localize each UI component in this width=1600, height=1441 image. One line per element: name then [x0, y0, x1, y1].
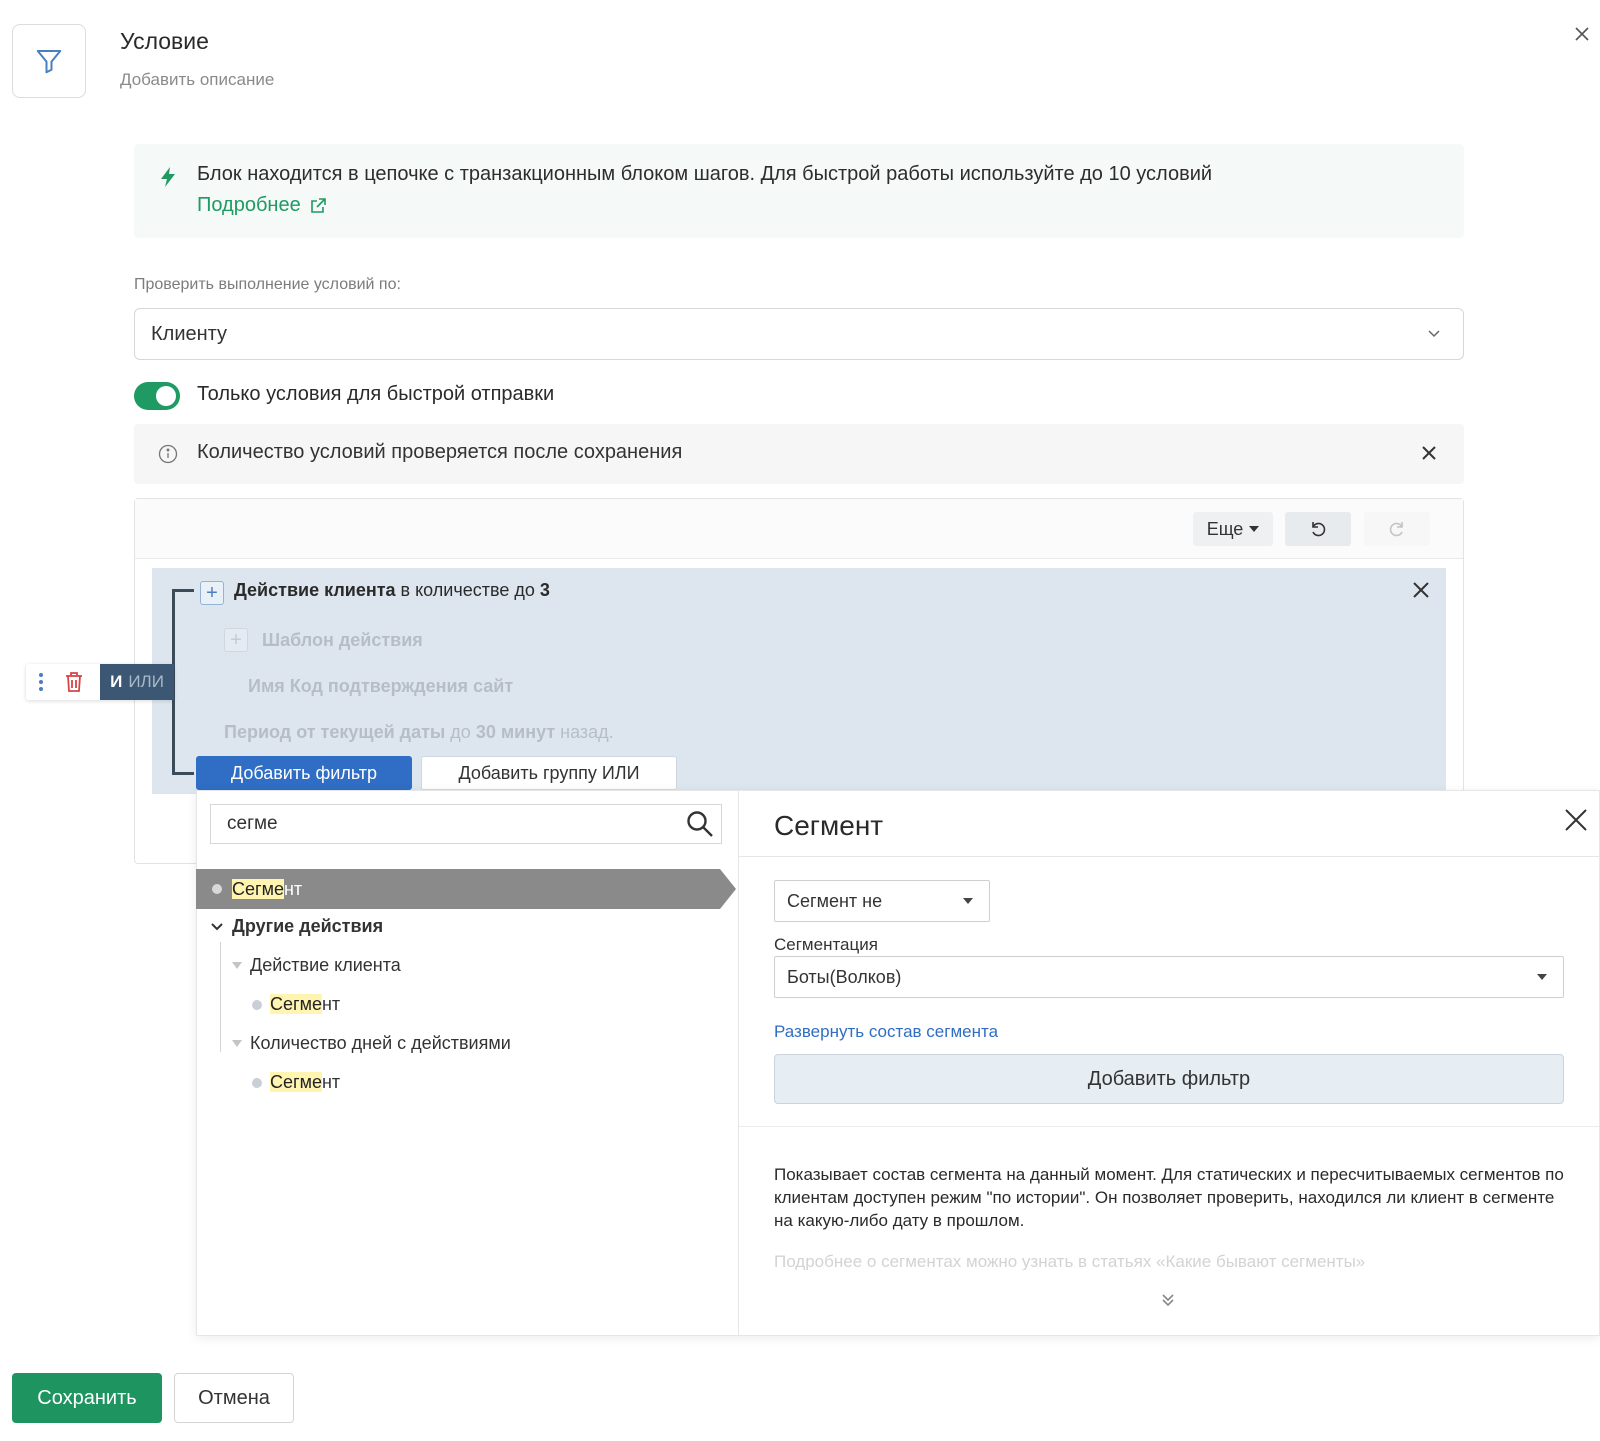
add-description-link[interactable]: Добавить описание — [120, 70, 274, 90]
check-by-select[interactable]: Клиенту — [134, 308, 1464, 360]
condition-title-bold: Действие клиента — [234, 580, 396, 600]
match-rest: нт — [321, 1072, 341, 1092]
period-part-a: Период от текущей даты — [224, 722, 446, 742]
period-text: Период от текущей даты до 30 минут назад… — [224, 722, 614, 743]
condition-count: 3 — [539, 580, 550, 600]
close-icon[interactable] — [1564, 808, 1588, 832]
chevron-down-icon — [1428, 330, 1440, 338]
more-label: Еще — [1206, 518, 1244, 539]
segment-description: Показывает состав сегмента на данный мом… — [774, 1165, 1564, 1230]
caret-down-icon — [1537, 974, 1547, 980]
transaction-info-banner — [134, 144, 1464, 238]
caret-down-icon — [1249, 526, 1260, 532]
more-button[interactable]: Еще — [1193, 512, 1273, 546]
segment-description-more: Подробнее о сегментах можно узнать в ста… — [774, 1252, 1366, 1270]
undo-button[interactable] — [1285, 512, 1351, 546]
add-or-group-button[interactable]: Добавить группу ИЛИ — [421, 756, 677, 790]
condition-title[interactable]: Действие клиента в количестве до 3 — [234, 580, 550, 601]
group-bracket — [172, 589, 194, 775]
match-highlight: Сегме — [270, 994, 322, 1014]
bullet-icon — [252, 1077, 262, 1088]
expand-segment-link[interactable]: Развернуть состав сегмента — [774, 1022, 998, 1042]
trash-icon[interactable] — [64, 671, 84, 693]
tree-item-label: Сегмент — [232, 878, 303, 900]
drag-handle-icon[interactable] — [38, 672, 44, 692]
lightning-icon — [158, 166, 178, 188]
redo-icon — [1389, 522, 1403, 537]
expand-condition-button[interactable]: + — [200, 581, 224, 605]
condition-block-icon-box — [12, 24, 86, 98]
tree-group-days-with-actions[interactable]: Количество дней с действиями — [232, 1033, 511, 1054]
filter-search-input[interactable]: сегме — [210, 804, 722, 844]
period-part-b: до — [445, 722, 476, 742]
cancel-button[interactable]: Отмена — [174, 1373, 294, 1423]
action-name-label: Имя Код подтверждения сайт — [248, 676, 514, 696]
tree-group-label: Количество дней с действиями — [250, 1033, 511, 1053]
search-icon[interactable] — [686, 810, 714, 838]
remove-condition-icon[interactable] — [1412, 581, 1430, 599]
save-button[interactable]: Сохранить — [12, 1373, 162, 1423]
action-template-label: Шаблон действия — [262, 630, 423, 650]
detail-title: Сегмент — [774, 810, 884, 841]
segmentation-label: Сегментация — [774, 935, 878, 954]
tree-group-label: Другие действия — [232, 916, 384, 936]
bullet-icon — [212, 884, 222, 894]
notice-text: Количество условий проверяется после сох… — [197, 441, 683, 463]
and-or-switch[interactable]: И ИЛИ — [100, 664, 174, 700]
segment-operator-select[interactable]: Сегмент не — [774, 880, 990, 922]
divider — [739, 856, 1599, 857]
period-part-d: назад. — [555, 722, 614, 742]
notice-close-icon[interactable] — [1422, 446, 1436, 460]
triangle-down-icon — [232, 1040, 242, 1047]
redo-button[interactable] — [1364, 512, 1430, 546]
segmentation-select[interactable]: Боты(Волков) — [774, 956, 1564, 998]
tree-item-segment-selected[interactable]: Сегмент — [196, 869, 736, 909]
triangle-down-icon — [232, 962, 242, 969]
tree-item-segment-1[interactable]: Сегмент — [252, 994, 340, 1015]
more-info-link[interactable]: Подробнее — [197, 194, 327, 217]
condition-title-rest: в количестве до — [395, 580, 540, 600]
search-value: сегме — [227, 813, 278, 834]
group-side-tools: И ИЛИ — [26, 664, 174, 700]
add-filter-button[interactable]: Добавить фильтр — [196, 756, 412, 790]
match-rest: нт — [321, 994, 341, 1014]
tree-guide-line — [220, 942, 221, 1052]
check-by-value: Клиенту — [151, 322, 228, 345]
period-part-c: 30 минут — [475, 722, 556, 742]
tree-item-segment-2[interactable]: Сегмент — [252, 1072, 340, 1093]
caret-down-icon — [963, 898, 973, 904]
expand-template-button[interactable]: + — [224, 628, 248, 652]
check-by-label: Проверить выполнение условий по: — [134, 276, 401, 293]
close-icon[interactable] — [1574, 26, 1594, 46]
match-highlight: Сегме — [270, 1072, 322, 1092]
fast-send-label: Только условия для быстрой отправки — [197, 383, 555, 405]
match-rest: нт — [283, 878, 303, 899]
chevron-down-icon — [211, 922, 223, 930]
external-link-icon — [310, 197, 326, 213]
segmentation-value: Боты(Волков) — [787, 966, 902, 987]
bullet-icon — [252, 999, 262, 1010]
banner-text: Блок находится в цепочке с транзакционны… — [197, 163, 1213, 185]
divider — [739, 1126, 1599, 1127]
tree-group-label: Действие клиента — [250, 955, 401, 975]
or-option[interactable]: ИЛИ — [128, 672, 164, 692]
match-highlight: Сегме — [232, 878, 284, 899]
more-info-label: Подробнее — [197, 194, 301, 216]
page-title[interactable]: Условие — [120, 28, 209, 55]
fast-send-toggle[interactable] — [134, 382, 180, 410]
info-icon — [158, 444, 178, 464]
add-filter-button-secondary[interactable]: Добавить фильтр — [774, 1054, 1564, 1104]
tree-group-other-actions[interactable]: Другие действия — [210, 916, 383, 937]
and-option[interactable]: И — [110, 672, 122, 692]
popup-divider — [738, 790, 739, 1336]
filter-icon — [36, 50, 62, 74]
segment-operator-value: Сегмент не — [787, 890, 883, 911]
tree-group-client-action[interactable]: Действие клиента — [232, 955, 401, 976]
undo-icon — [1312, 522, 1326, 537]
double-chevron-down-icon[interactable] — [1160, 1292, 1176, 1308]
